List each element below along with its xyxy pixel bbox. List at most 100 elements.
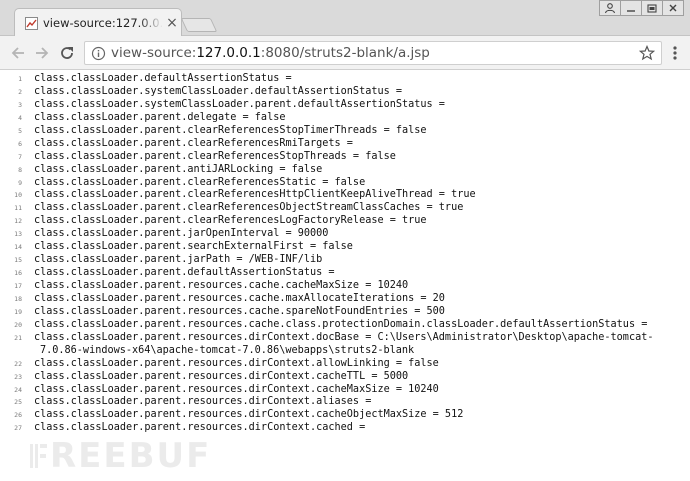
new-tab-button[interactable] [180, 18, 218, 32]
line-code: class.classLoader.systemClassLoader.defa… [34, 85, 403, 97]
source-line: 27 class.classLoader.parent.resources.dir… [0, 422, 670, 435]
line-number: 16 [14, 269, 22, 278]
line-number: 10 [14, 191, 22, 200]
line-number: 22 [14, 359, 22, 368]
source-line: 17 class.classLoader.parent.resources.cac… [0, 280, 670, 293]
line-code: class.classLoader.parent.antiJARLocking … [34, 163, 323, 175]
source-line: 25 class.classLoader.parent.resources.dir… [0, 396, 670, 409]
line-code: class.classLoader.parent.clearReferences… [34, 124, 427, 136]
line-number: 9 [18, 178, 22, 187]
star-icon[interactable] [638, 44, 656, 61]
window-controls [599, 0, 684, 18]
reload-icon[interactable] [57, 43, 77, 63]
info-icon[interactable] [91, 46, 106, 61]
source-line: 2 class.classLoader.systemClassLoader.def… [0, 86, 670, 99]
url-host: 127.0.0.1 [196, 45, 261, 61]
line-number: 25 [14, 398, 22, 407]
browser-toolbar: view-source:127.0.0.1:8080/struts2-blank… [0, 36, 690, 70]
source-line: 24 class.classLoader.parent.resources.dir… [0, 384, 670, 397]
line-number: 14 [14, 243, 22, 252]
line-number: 12 [14, 217, 22, 226]
line-code: class.classLoader.parent.resources.dirCo… [34, 357, 439, 369]
line-code: class.classLoader.parent.delegate = fals… [34, 111, 286, 123]
line-code: class.classLoader.parent.resources.dirCo… [34, 422, 366, 434]
source-line: 16 class.classLoader.parent.defaultAssert… [0, 267, 670, 280]
line-number: 3 [18, 100, 22, 109]
line-number: 20 [14, 320, 22, 329]
source-line: 7.0.86-windows-x64\apache-tomcat-7.0.86\… [0, 345, 670, 358]
source-line: 19 class.classLoader.parent.resources.cac… [0, 306, 670, 319]
source-line: 8 class.classLoader.parent.antiJARLocking… [0, 164, 670, 177]
source-view[interactable]: 1 class.classLoader.defaultAssertionStatu… [0, 71, 690, 481]
watermark-text: REEBUF [50, 436, 212, 476]
line-number: 1 [18, 75, 22, 83]
line-number: 5 [18, 126, 22, 135]
line-code: class.classLoader.parent.resources.dirCo… [34, 409, 464, 421]
line-code: class.classLoader.parent.clearReferences… [34, 202, 464, 214]
line-code: class.classLoader.parent.clearReferences… [34, 176, 366, 188]
line-code: class.classLoader.parent.resources.cache… [34, 292, 445, 304]
line-number: 6 [18, 139, 22, 148]
line-code: class.classLoader.parent.resources.dirCo… [34, 396, 372, 408]
source-line: 1 class.classLoader.defaultAssertionStatu… [0, 73, 670, 86]
line-number: 8 [18, 165, 22, 174]
line-code: class.classLoader.defaultAssertionStatus… [34, 73, 292, 84]
line-code: class.classLoader.parent.defaultAssertio… [34, 267, 335, 279]
minimize-icon[interactable] [620, 0, 642, 16]
browser-tab[interactable]: view-source:127.0.0.1:8080/ × [14, 8, 182, 36]
tab-close-icon[interactable]: × [166, 16, 178, 30]
line-number: 7 [18, 152, 22, 161]
line-code: class.classLoader.parent.resources.dirCo… [34, 383, 439, 395]
tab-title: view-source:127.0.0.1:8080/ [43, 16, 163, 32]
source-line: 13 class.classLoader.parent.jarOpenInterv… [0, 228, 670, 241]
line-number: 13 [14, 230, 22, 239]
line-number: 15 [14, 256, 22, 265]
line-number: 18 [14, 294, 22, 303]
more-vert-icon[interactable] [668, 45, 682, 61]
line-number: 11 [14, 204, 22, 213]
line-number: 27 [14, 424, 22, 433]
line-code: class.classLoader.parent.clearReferences… [34, 150, 396, 162]
source-line: 26 class.classLoader.parent.resources.dir… [0, 409, 670, 422]
line-code: class.classLoader.parent.clearReferences… [34, 215, 427, 227]
back-arrow-icon[interactable] [8, 43, 28, 63]
title-bar: view-source:127.0.0.1:8080/ × [0, 0, 690, 36]
line-number: 21 [14, 333, 22, 342]
source-line: 20 class.classLoader.parent.resources.cac… [0, 319, 670, 332]
line-number: 26 [14, 411, 22, 420]
watermark-logo-icon [28, 441, 48, 471]
source-line: 4 class.classLoader.parent.delegate = fal… [0, 112, 670, 125]
line-code: class.classLoader.parent.resources.cache… [34, 305, 445, 317]
line-number: 24 [14, 385, 22, 394]
line-code: class.classLoader.parent.clearReferences… [34, 189, 476, 201]
line-code: class.classLoader.parent.jarOpenInterval… [34, 228, 329, 240]
source-line: 9 class.classLoader.parent.clearReference… [0, 177, 670, 190]
source-line: 18 class.classLoader.parent.resources.cac… [0, 293, 670, 306]
line-code: class.classLoader.parent.resources.dirCo… [34, 331, 654, 343]
source-line: 3 class.classLoader.systemClassLoader.par… [0, 99, 670, 112]
close-icon[interactable] [662, 0, 684, 16]
source-line: 6 class.classLoader.parent.clearReference… [0, 138, 670, 151]
forward-arrow-icon[interactable] [32, 43, 52, 63]
profile-icon[interactable] [599, 0, 621, 16]
source-line: 14 class.classLoader.parent.searchExterna… [0, 241, 670, 254]
line-code: class.classLoader.parent.resources.dirCo… [34, 370, 409, 382]
source-line: 23 class.classLoader.parent.resources.dir… [0, 371, 670, 384]
line-code: class.classLoader.parent.jarPath = /WEB-… [34, 254, 323, 266]
line-number: 2 [18, 87, 22, 96]
source-line: 7 class.classLoader.parent.clearReference… [0, 151, 670, 164]
source-line: 12 class.classLoader.parent.clearReferenc… [0, 215, 670, 228]
source-lines: 1 class.classLoader.defaultAssertionStatu… [0, 73, 670, 435]
source-line: 15 class.classLoader.parent.jarPath = /WE… [0, 254, 670, 267]
line-number: 23 [14, 372, 22, 381]
source-line: 11 class.classLoader.parent.clearReferenc… [0, 202, 670, 215]
line-code: class.classLoader.parent.resources.cache… [34, 318, 648, 330]
line-code: class.classLoader.parent.resources.cache… [34, 280, 409, 291]
address-bar[interactable]: view-source:127.0.0.1:8080/struts2-blank… [84, 41, 662, 65]
page-icon [25, 17, 38, 30]
freebuf-watermark: REEBUF [28, 438, 211, 474]
source-line: 21 class.classLoader.parent.resources.dir… [0, 332, 670, 345]
restore-icon[interactable] [641, 0, 663, 16]
line-code: class.classLoader.parent.searchExternalF… [34, 241, 353, 253]
line-code: 7.0.86-windows-x64\apache-tomcat-7.0.86\… [40, 344, 415, 356]
